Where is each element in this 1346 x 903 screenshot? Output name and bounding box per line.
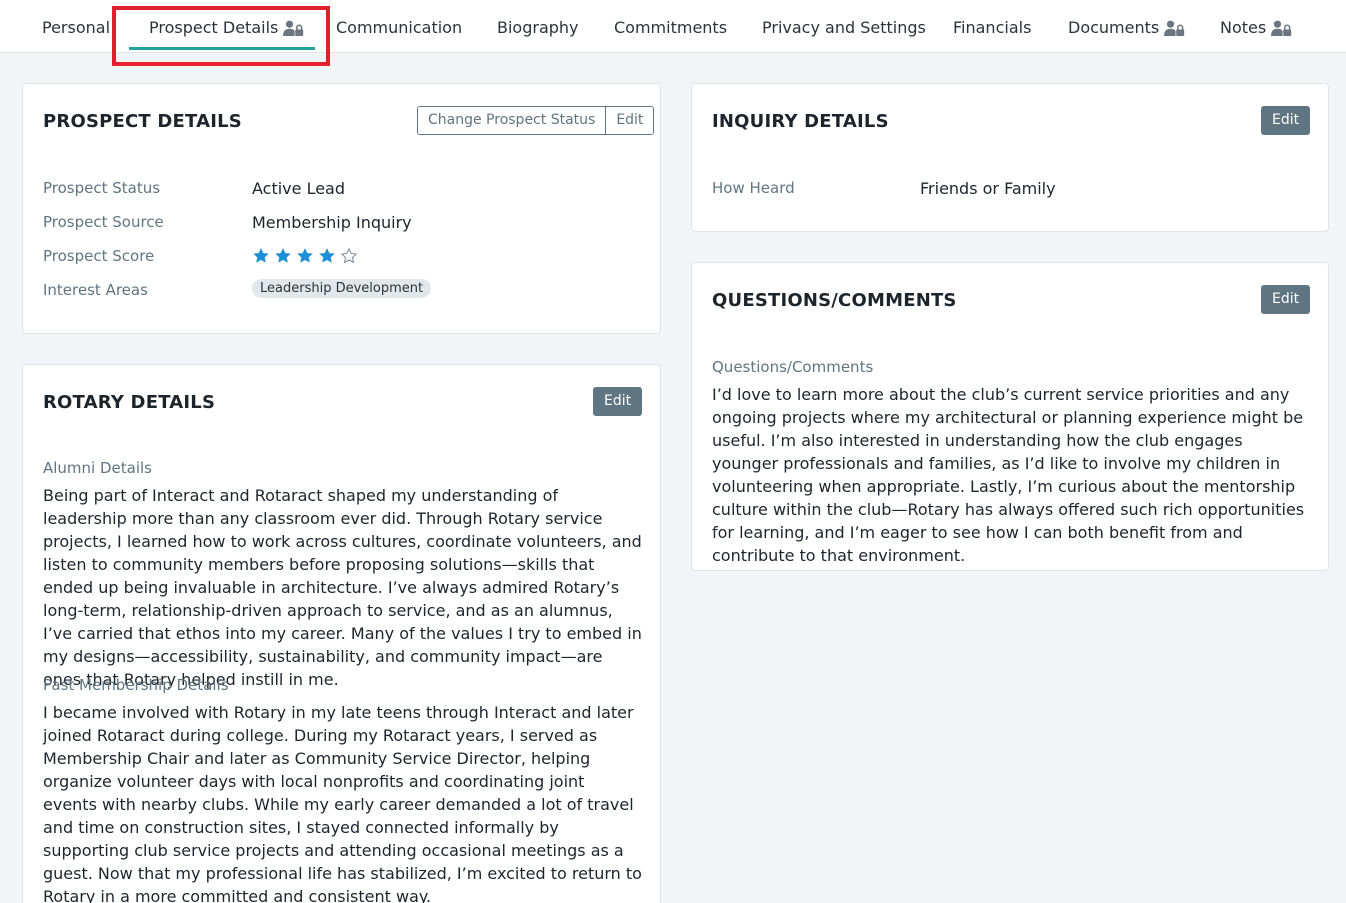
tab-label: Commitments [614, 18, 728, 37]
tab-label: Biography [497, 18, 579, 37]
star-filled-icon [319, 248, 335, 263]
questions-comments-text: I’d love to learn more about the club’s … [712, 385, 1305, 565]
prospect-status-value: Active Lead [252, 179, 346, 198]
field-label: How Heard [712, 179, 795, 197]
interest-area-chip: Leadership Development [252, 279, 432, 298]
edit-button[interactable]: Edit [1261, 285, 1311, 314]
edit-button[interactable]: Edit [605, 107, 654, 134]
prospect-actions: Change Prospect Status Edit [417, 106, 655, 135]
prospect-details-card: PROSPECT DETAILS Change Prospect Status … [22, 83, 661, 334]
tab-personal[interactable]: Personal [42, 18, 110, 37]
tab-label: Notes [1220, 18, 1267, 37]
user-lock-icon [1271, 20, 1292, 36]
card-title: ROTARY DETAILS [43, 392, 216, 413]
card-title: INQUIRY DETAILS [712, 111, 889, 132]
card-title: QUESTIONS/COMMENTS [712, 290, 957, 311]
star-empty-icon [340, 247, 358, 264]
tab-label: Privacy and Settings [762, 18, 926, 37]
user-lock-icon [1164, 20, 1185, 36]
edit-button[interactable]: Edit [1261, 106, 1311, 135]
highlight-annotation [112, 6, 330, 66]
field-label: Interest Areas [43, 281, 148, 299]
inquiry-details-card: INQUIRY DETAILS Edit How Heard Friends o… [691, 83, 1329, 232]
prospect-score-rating [252, 247, 358, 265]
past-membership-text: I became involved with Rotary in my late… [43, 703, 642, 903]
past-membership-label: Past Membership Details [43, 676, 229, 694]
tab-biography[interactable]: Biography [497, 18, 579, 37]
field-label: Prospect Source [43, 213, 164, 231]
tab-label: Communication [336, 18, 463, 37]
change-prospect-status-button[interactable]: Change Prospect Status [418, 107, 606, 134]
tab-documents[interactable]: Documents [1068, 18, 1185, 37]
tab-label: Personal [42, 18, 111, 37]
questions-comments-label: Questions/Comments [712, 358, 874, 376]
star-filled-icon [297, 248, 313, 263]
edit-button[interactable]: Edit [593, 387, 643, 416]
star-filled-icon [253, 248, 269, 263]
tab-notes[interactable]: Notes [1220, 18, 1292, 37]
tab-commitments[interactable]: Commitments [614, 18, 727, 37]
card-title: PROSPECT DETAILS [43, 111, 242, 132]
field-label: Prospect Status [43, 179, 161, 197]
star-filled-icon [275, 248, 291, 263]
alumni-details-label: Alumni Details [43, 459, 152, 477]
field-label: Prospect Score [43, 247, 155, 265]
how-heard-value: Friends or Family [920, 179, 1056, 198]
alumni-details-text: Being part of Interact and Rotaract shap… [43, 486, 642, 689]
tab-label: Documents [1068, 18, 1160, 37]
tab-label: Financials [953, 18, 1032, 37]
prospect-source-value: Membership Inquiry [252, 213, 412, 232]
rotary-details-card: ROTARY DETAILS Edit Alumni Details Being… [22, 364, 661, 903]
tab-privacy-and-settings[interactable]: Privacy and Settings [762, 18, 926, 37]
tab-communication[interactable]: Communication [336, 18, 462, 37]
questions-comments-card: QUESTIONS/COMMENTS Edit Questions/Commen… [691, 262, 1329, 571]
tab-financials[interactable]: Financials [953, 18, 1031, 37]
